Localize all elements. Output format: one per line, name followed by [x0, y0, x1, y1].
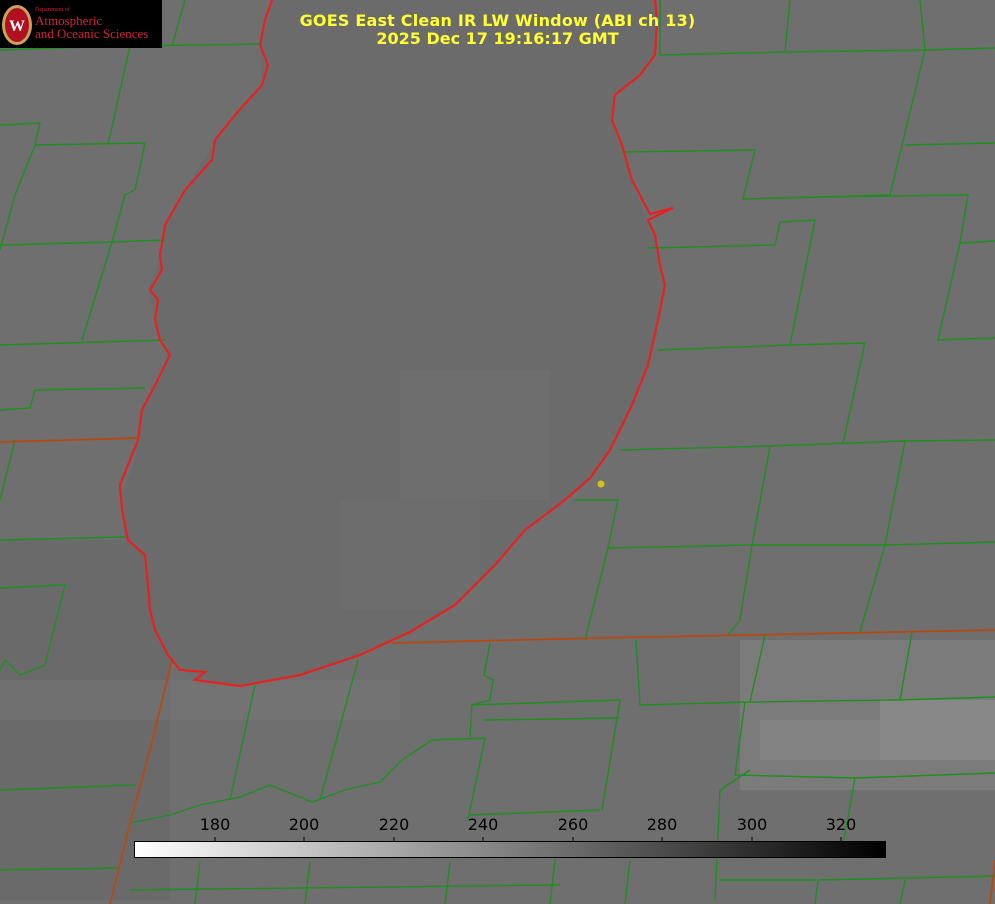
colorbar-tick: 180: [199, 815, 231, 834]
colorbar-tick: 280: [646, 815, 678, 834]
colorbar-tick: 260: [557, 815, 589, 834]
image-title: GOES East Clean IR LW Window (ABI ch 13): [299, 11, 696, 30]
colorbar-tick: 200: [288, 815, 320, 834]
colorbar-tick: 300: [736, 815, 768, 834]
image-timestamp: 2025 Dec 17 19:16:17 GMT: [376, 29, 619, 48]
colorbar-tick: 220: [378, 815, 410, 834]
satellite-map: [0, 0, 995, 904]
yellow-dot: [597, 480, 605, 488]
colorbar-tick: 240: [467, 815, 499, 834]
colorbar-tick: 320: [825, 815, 857, 834]
colorbar: [134, 841, 886, 858]
